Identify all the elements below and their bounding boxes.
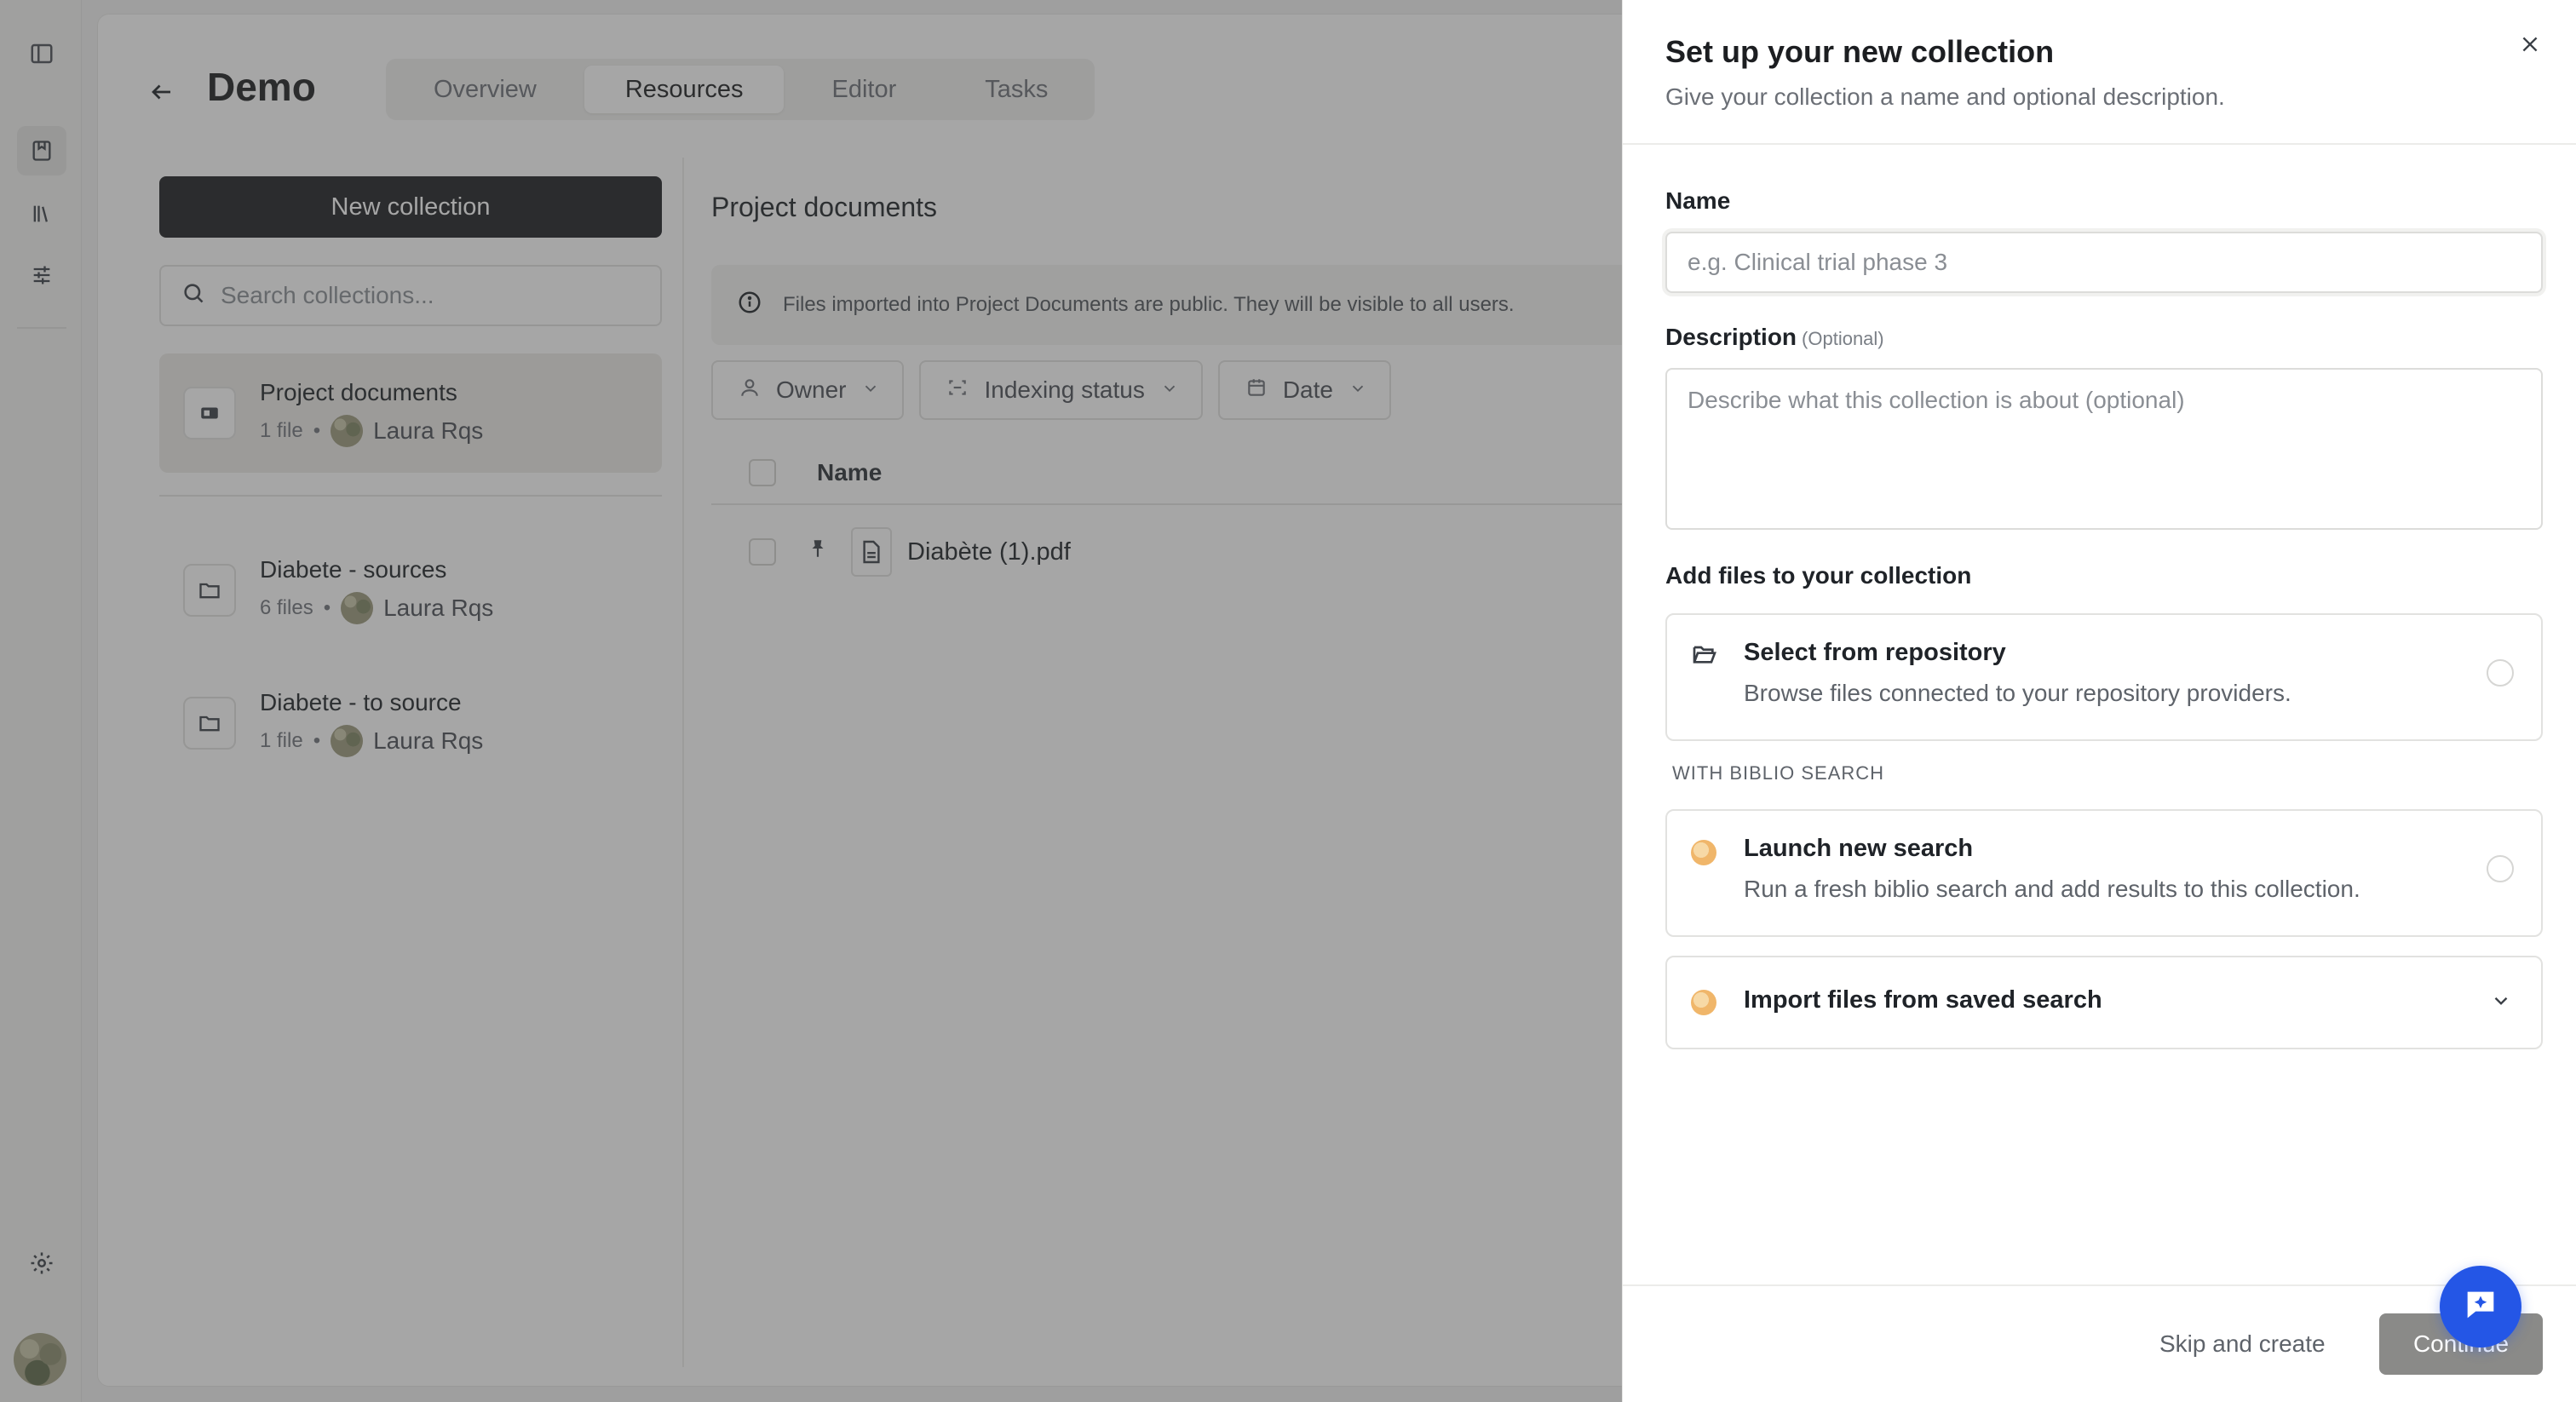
description-label-row: Description (Optional) [1665,324,1884,351]
chevron-down-icon[interactable] [2490,990,2512,1016]
description-field[interactable] [1665,368,2543,530]
name-label: Name [1665,187,1731,214]
footer-divider [1623,1284,2576,1286]
modal-backdrop[interactable] [0,0,1622,1402]
option-description: Run a fresh biblio search and add result… [1744,876,2360,902]
option-description: Browse files connected to your repositor… [1744,680,2291,706]
sheet-divider [1623,143,2576,145]
description-label: Description [1665,324,1797,350]
launch-search-radio[interactable] [2487,855,2514,882]
option-title: Select from repository [1744,639,2006,666]
sheet-subtitle: Give your collection a name and optional… [1665,83,2225,110]
folder-open-icon [1691,641,1718,672]
chat-assistant-button[interactable] [2440,1266,2521,1347]
import-saved-search-option[interactable]: Import files from saved search [1665,956,2543,1049]
new-collection-sheet: Set up your new collection Give your col… [1622,0,2576,1402]
biblio-section-caption: WITH BIBLIO SEARCH [1672,762,1885,784]
add-files-label: Add files to your collection [1665,562,1972,589]
biblio-logo-icon [1691,840,1716,865]
sheet-title: Set up your new collection [1665,34,2055,69]
repository-radio[interactable] [2487,659,2514,687]
option-title: Import files from saved search [1744,986,2102,1014]
skip-and-create-button[interactable]: Skip and create [2134,1313,2351,1375]
name-field[interactable] [1665,232,2543,293]
launch-new-search-option[interactable]: Launch new search Run a fresh biblio sea… [1665,809,2543,937]
option-title: Launch new search [1744,835,1974,862]
optional-tag: (Optional) [1802,328,1884,349]
close-icon[interactable] [2513,27,2547,61]
select-from-repository-option[interactable]: Select from repository Browse files conn… [1665,613,2543,741]
chat-sparkle-icon [2461,1285,2500,1329]
biblio-logo-icon [1691,990,1716,1015]
